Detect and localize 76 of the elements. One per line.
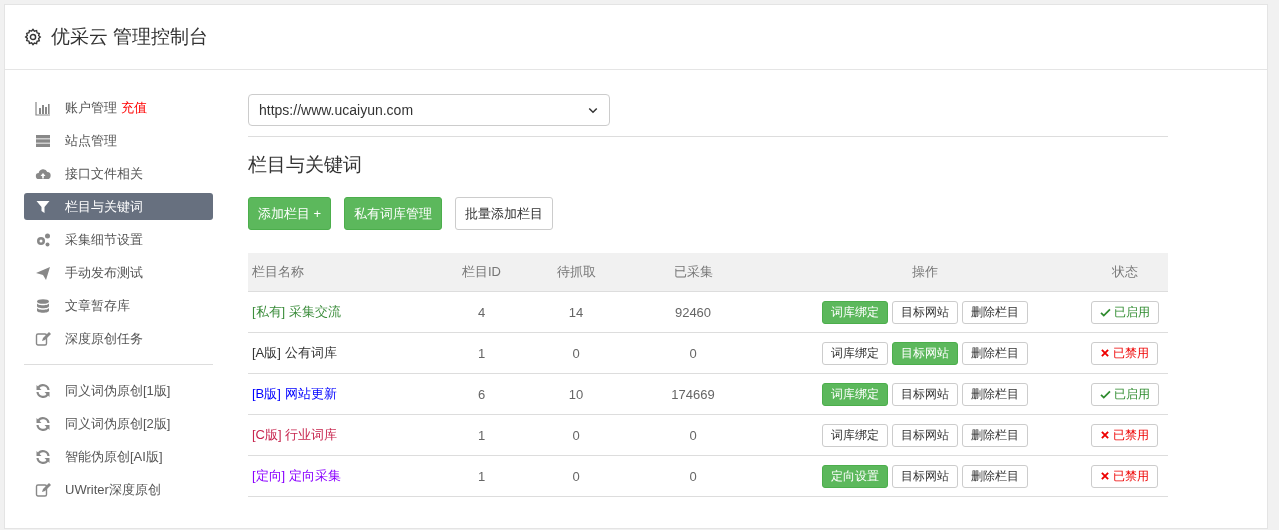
table-cell: 174669 xyxy=(671,386,715,402)
table-cell: 14 xyxy=(568,304,584,320)
sidebar-item[interactable]: 同义词伪原创[1版] xyxy=(24,377,213,404)
status-button[interactable]: 已启用 xyxy=(1090,382,1159,406)
column-name[interactable]: [B版] 网站更新 xyxy=(252,386,337,401)
site-select[interactable]: https://www.ucaiyun.com xyxy=(248,94,610,126)
table-cell: 0 xyxy=(572,345,580,361)
table-cell: 0 xyxy=(689,427,697,443)
status-button[interactable]: 已禁用 xyxy=(1091,341,1158,365)
action-button[interactable]: 删除栏目 xyxy=(962,341,1028,365)
sidebar-item[interactable]: 智能伪原创[AI版] xyxy=(24,443,213,470)
table-cell: 4 xyxy=(477,304,486,320)
sidebar-item[interactable]: 采集细节设置 xyxy=(24,226,213,253)
action-button[interactable]: 删除栏目 xyxy=(962,423,1028,447)
table-cell: 0 xyxy=(572,427,580,443)
refresh-icon xyxy=(35,448,51,465)
settings-icon xyxy=(24,28,42,46)
sidebar-item[interactable]: 接口文件相关 xyxy=(24,160,213,187)
gears-icon xyxy=(35,231,51,248)
sidebar-item[interactable]: 站点管理 xyxy=(24,127,213,154)
column-name[interactable]: [定向] 定向采集 xyxy=(252,468,341,483)
action-button[interactable]: 删除栏目 xyxy=(962,300,1028,324)
section-title: 栏目与关键词 xyxy=(248,153,363,177)
check-icon xyxy=(1099,388,1111,400)
database-icon xyxy=(35,297,51,314)
check-icon xyxy=(1099,306,1111,318)
action-button[interactable]: 词库绑定 xyxy=(822,423,888,447)
status-button[interactable]: 已禁用 xyxy=(1091,464,1158,488)
table-cell: 1 xyxy=(477,468,486,484)
table-cell: 0 xyxy=(572,468,580,484)
table-cell: 1 xyxy=(477,427,486,443)
recharge-link[interactable]: 充值 xyxy=(121,98,147,117)
column-header: 栏目ID xyxy=(428,253,535,292)
column-header: 栏目名称 xyxy=(248,253,428,292)
table-cell: 0 xyxy=(689,345,697,361)
table-cell: 6 xyxy=(477,386,486,402)
sidebar-item[interactable]: 手动发布测试 xyxy=(24,259,213,286)
table-cell: 10 xyxy=(568,386,584,402)
toolbar-button[interactable]: 批量添加栏目 xyxy=(455,197,554,230)
table-cell: 0 xyxy=(689,468,697,484)
column-header: 状态 xyxy=(1081,253,1168,292)
console-title: 优采云 管理控制台 xyxy=(51,25,209,49)
server-icon xyxy=(35,132,51,149)
cross-icon xyxy=(1100,471,1110,481)
table-cell: 1 xyxy=(477,345,486,361)
refresh-icon xyxy=(35,382,51,399)
action-button[interactable]: 删除栏目 xyxy=(962,464,1028,488)
refresh-icon xyxy=(35,415,51,432)
action-button[interactable]: 目标网站 xyxy=(892,464,958,488)
bar-chart-icon xyxy=(35,99,51,116)
column-header: 操作 xyxy=(769,253,1081,292)
cross-icon xyxy=(1100,348,1110,358)
table-cell: 92460 xyxy=(674,304,712,320)
action-button[interactable]: 目标网站 xyxy=(892,382,958,406)
column-name[interactable]: [A版] 公有词库 xyxy=(252,345,337,360)
cross-icon xyxy=(1100,430,1110,440)
action-button[interactable]: 词库绑定 xyxy=(822,341,888,365)
action-button[interactable]: 目标网站 xyxy=(892,300,958,324)
status-button[interactable]: 已启用 xyxy=(1090,300,1159,324)
status-button[interactable]: 已禁用 xyxy=(1091,423,1158,447)
sidebar-item[interactable]: 深度原创任务 xyxy=(24,325,213,352)
sidebar-item[interactable]: 栏目与关键词 xyxy=(24,193,213,220)
paper-plane-icon xyxy=(35,264,51,281)
column-header: 已采集 xyxy=(617,253,769,292)
filter-icon xyxy=(35,198,51,215)
sidebar-item[interactable]: 账户管理 充值 xyxy=(24,94,213,121)
column-header: 待抓取 xyxy=(535,253,617,292)
sidebar-item[interactable]: 同义词伪原创[2版] xyxy=(24,410,213,437)
sidebar-item[interactable]: UWriter深度原创 xyxy=(24,476,213,503)
sidebar-item[interactable]: 文章暂存库 xyxy=(24,292,213,319)
action-button[interactable]: 删除栏目 xyxy=(962,382,1028,406)
column-name[interactable]: [C版] 行业词库 xyxy=(252,427,338,442)
edit-icon xyxy=(35,330,51,347)
action-button[interactable]: 目标网站 xyxy=(892,423,958,447)
column-name[interactable]: [私有] 采集交流 xyxy=(252,304,341,319)
edit-icon xyxy=(35,481,51,498)
